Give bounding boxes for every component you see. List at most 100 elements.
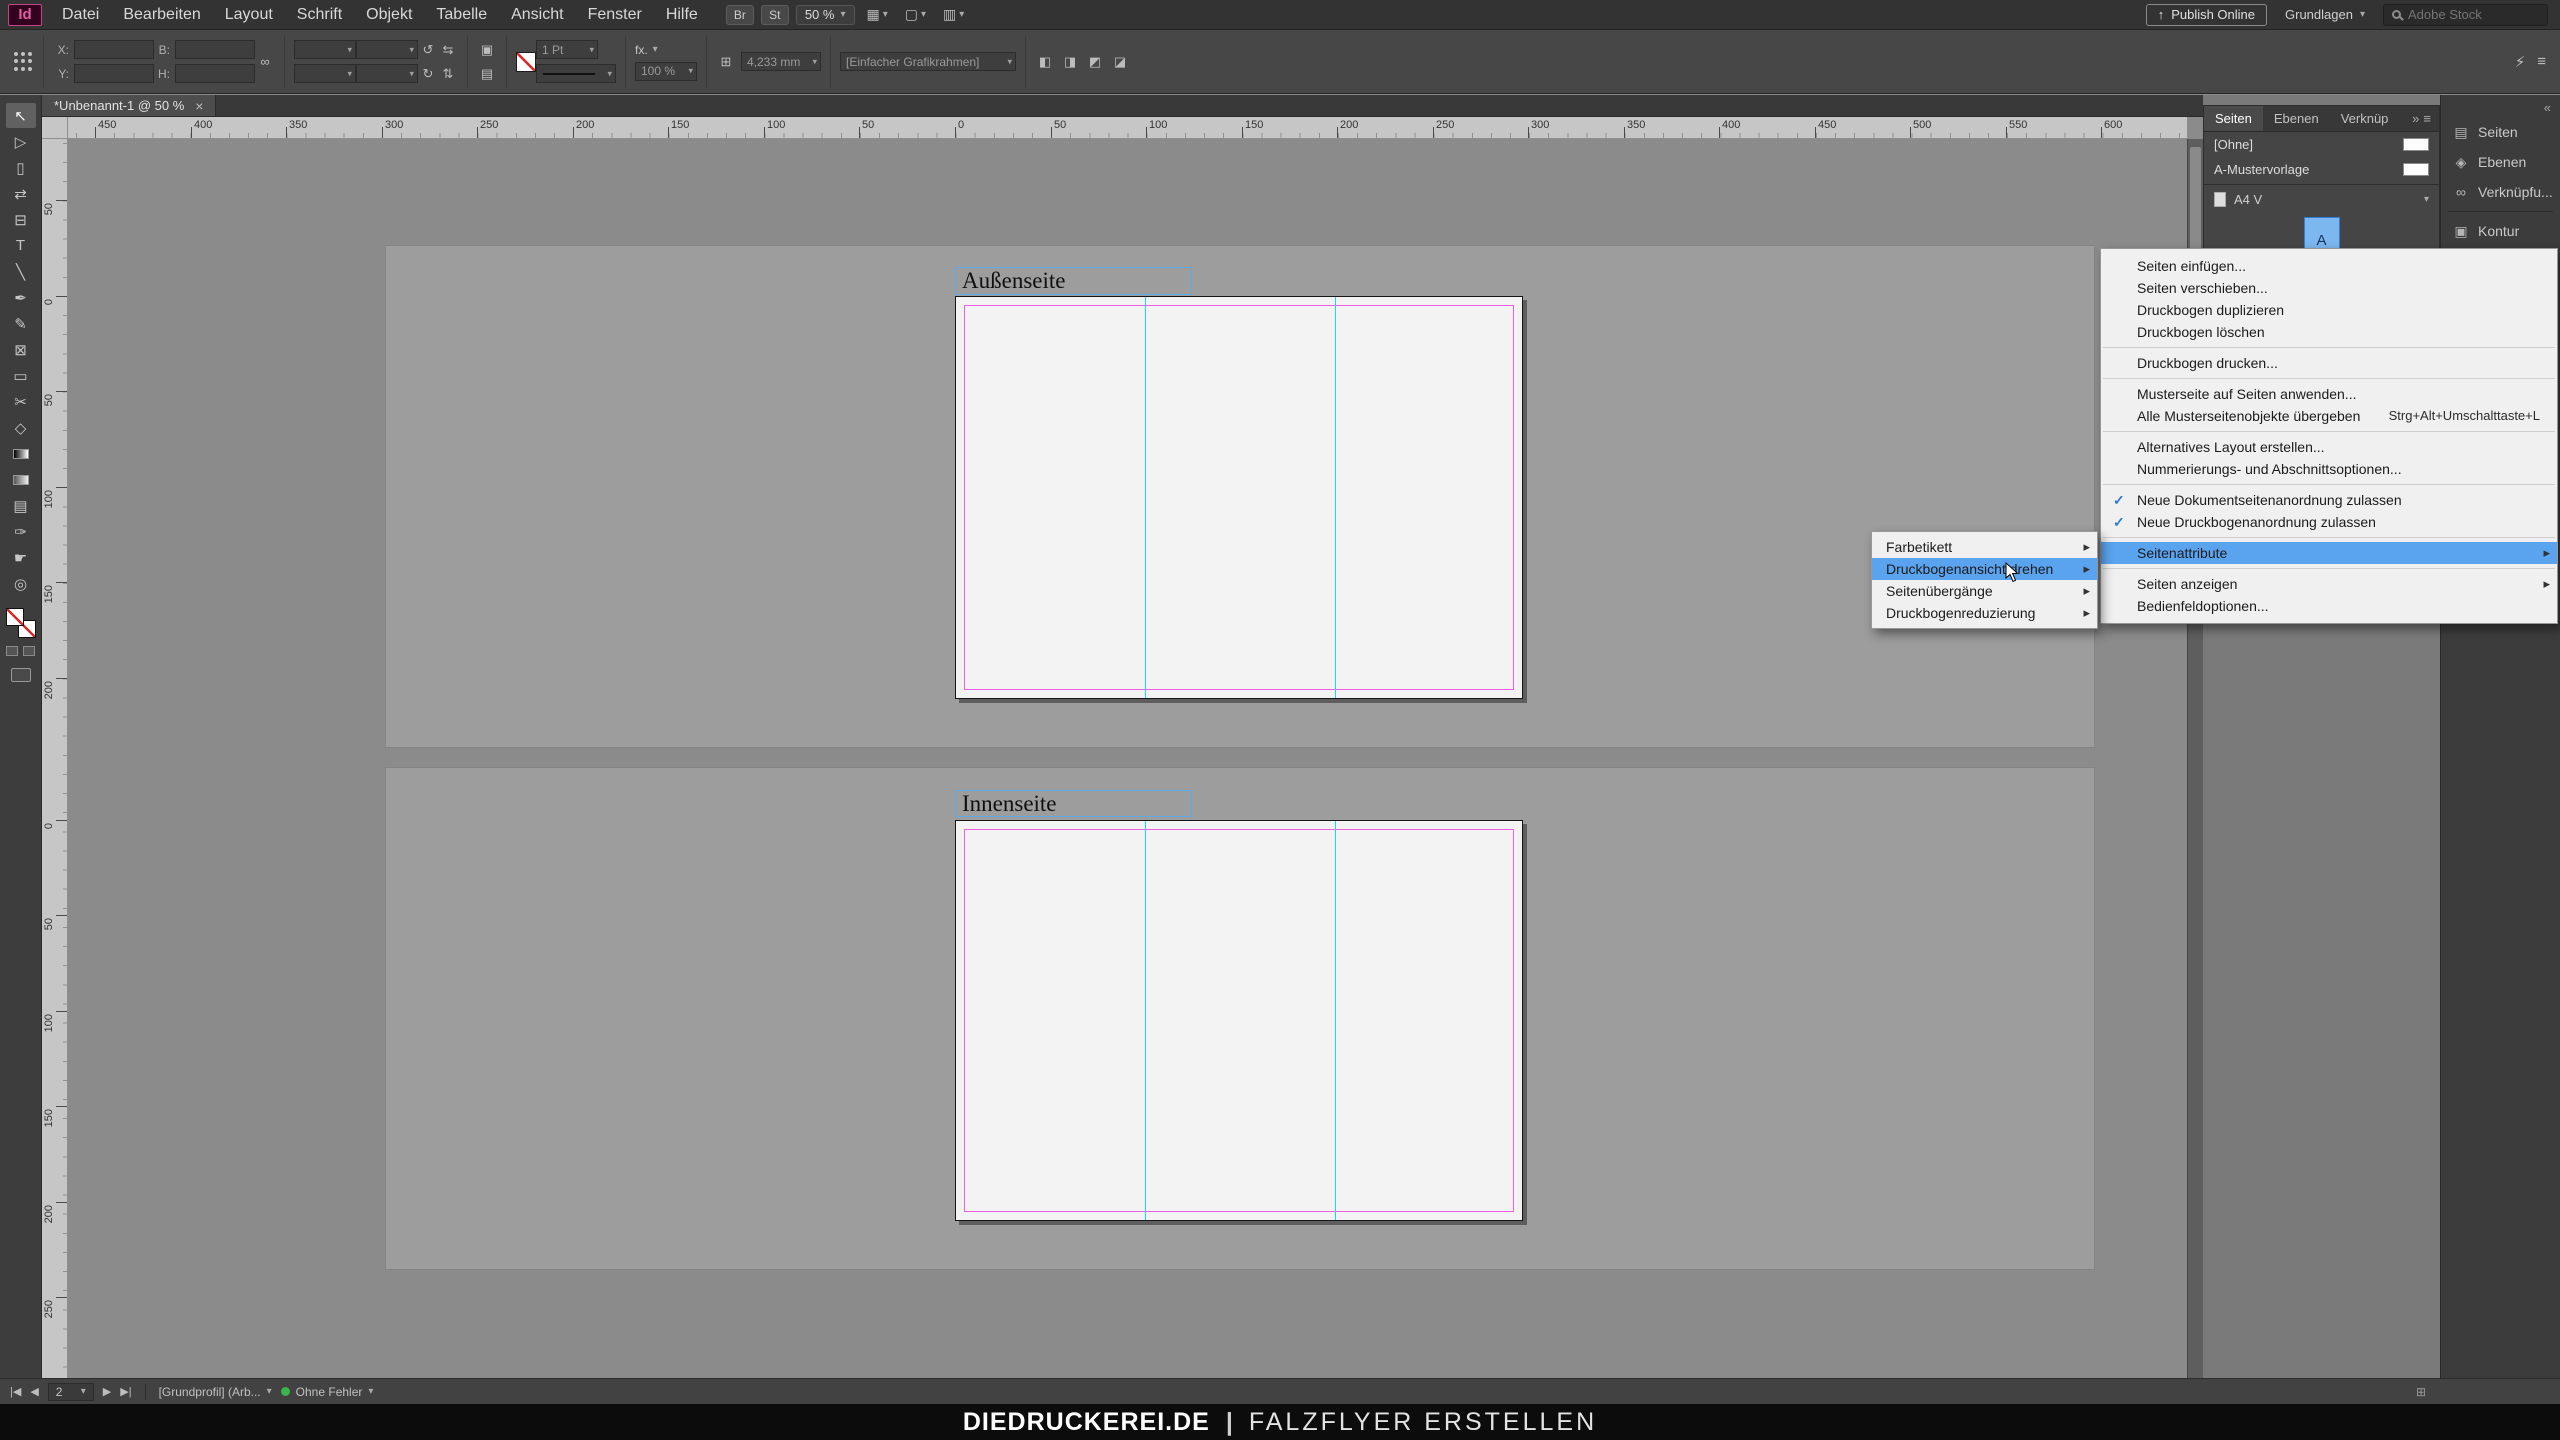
context-menu-item[interactable]: Alle Musterseitenobjekte übergebenStrg+A… — [2101, 405, 2557, 427]
menubar-menu-bearbeiten[interactable]: Bearbeiten — [111, 0, 212, 29]
adobe-stock-search[interactable] — [2383, 4, 2548, 26]
previous-page-button[interactable]: ◀ — [30, 1385, 38, 1398]
panel-tab-verknüp[interactable]: Verknüp — [2330, 106, 2400, 131]
context-menu-item[interactable]: Seiten verschieben... — [2101, 277, 2557, 299]
arrange-documents-icon[interactable]: ▥▾ — [938, 6, 969, 23]
dock-panel-verknpfu[interactable]: ∞Verknüpfu... — [2441, 177, 2560, 207]
gap-tool[interactable]: ⇄ — [6, 181, 36, 206]
document-tab[interactable]: *Unbenannt-1 @ 50 % × — [42, 95, 216, 116]
menubar-menu-schrift[interactable]: Schrift — [285, 0, 354, 29]
master-page-row[interactable]: A-Mustervorlage — [2204, 157, 2439, 182]
submenu-item[interactable]: Druckbogenansicht drehen — [1872, 558, 2097, 580]
scissors-tool[interactable]: ✂ — [6, 389, 36, 414]
menubar-menu-hilfe[interactable]: Hilfe — [654, 0, 710, 29]
flip-horizontal-icon[interactable]: ⇆ — [438, 40, 458, 59]
rotation-angle-field[interactable] — [356, 40, 418, 59]
free-transform-tool[interactable]: ◇ — [6, 415, 36, 440]
scale-y-field[interactable] — [294, 64, 356, 83]
panel-tab-ebenen[interactable]: Ebenen — [2263, 106, 2330, 131]
text-frame-outside[interactable]: Außenseite — [955, 267, 1192, 295]
screen-mode-button[interactable] — [11, 668, 31, 682]
align-left-icon[interactable]: ◩ — [1085, 52, 1105, 71]
submenu-item[interactable]: Seitenübergänge — [1872, 580, 2097, 602]
quick-apply-icon[interactable]: ⚡︎ — [2515, 53, 2526, 71]
corner-options-icon[interactable]: ⊞ — [716, 52, 736, 71]
panel-overflow-icon[interactable]: » — [2412, 111, 2423, 126]
select-content-icon[interactable]: ▤ — [477, 64, 497, 83]
context-menu-item[interactable]: Druckbogen duplizieren — [2101, 299, 2557, 321]
context-menu-item[interactable]: Alternatives Layout erstellen... — [2101, 436, 2557, 458]
context-menu-item[interactable]: Neue Dokumentseitenanordnung zulassen — [2101, 489, 2557, 511]
hand-tool[interactable]: ☛ — [6, 545, 36, 570]
selection-tool[interactable]: ↖ — [6, 103, 36, 128]
opacity-field[interactable]: 100 % — [635, 62, 697, 81]
document-canvas[interactable]: Außenseite Innenseite — [68, 139, 2187, 1378]
type-tool[interactable]: T — [6, 233, 36, 258]
menubar-menu-datei[interactable]: Datei — [50, 0, 111, 29]
y-position-field[interactable] — [74, 64, 154, 83]
stroke-color-none-swatch[interactable] — [516, 52, 536, 72]
first-page-button[interactable]: |◀ — [10, 1385, 21, 1398]
workspace-switcher[interactable]: Grundlagen ▾ — [2285, 7, 2365, 22]
horizontal-ruler[interactable]: 4504003503002502001501005005010015020025… — [68, 117, 2187, 139]
page-inside[interactable] — [955, 820, 1523, 1221]
x-position-field[interactable] — [74, 40, 154, 59]
screen-mode-icon[interactable]: ▢▾ — [900, 6, 931, 23]
context-menu-item[interactable]: Musterseite auf Seiten anwenden... — [2101, 383, 2557, 405]
bridge-button[interactable]: Br — [726, 5, 754, 25]
ruler-origin-corner[interactable] — [42, 117, 68, 139]
fill-swatch[interactable] — [6, 608, 24, 626]
menubar-menu-fenster[interactable]: Fenster — [576, 0, 654, 29]
panel-menu-icon[interactable]: ≡ — [2537, 53, 2546, 71]
next-page-button[interactable]: ▶ — [103, 1385, 111, 1398]
dock-panel-ebenen[interactable]: ◈Ebenen — [2441, 147, 2560, 177]
context-menu-item[interactable]: Druckbogen löschen — [2101, 321, 2557, 343]
zoom-level-dropdown[interactable]: 50 % ▾ — [796, 5, 855, 25]
view-options-icon[interactable]: ▦▾ — [862, 6, 893, 23]
gradient-feather-tool[interactable] — [6, 467, 36, 492]
stroke-type-dropdown[interactable] — [536, 64, 616, 83]
preflight-status[interactable]: Ohne Fehler ▾ — [281, 1385, 374, 1399]
gradient-swatch-tool[interactable] — [6, 441, 36, 466]
fill-stroke-swatches[interactable] — [6, 608, 36, 638]
search-input[interactable] — [2408, 7, 2528, 22]
select-container-icon[interactable]: ▣ — [477, 40, 497, 59]
shear-angle-field[interactable] — [356, 64, 418, 83]
close-icon[interactable]: × — [195, 98, 203, 114]
menubar-menu-tabelle[interactable]: Tabelle — [424, 0, 499, 29]
effects-label[interactable]: fx. — [635, 43, 648, 57]
constrain-proportions-icon[interactable]: ∞ — [255, 52, 275, 71]
page-number-dropdown[interactable]: 2 ▾ — [48, 1383, 94, 1401]
note-tool[interactable]: ▤ — [6, 493, 36, 518]
panel-tab-seiten[interactable]: Seiten — [2204, 106, 2263, 131]
reference-point-proxy[interactable] — [12, 51, 34, 73]
page-tool[interactable]: ▯ — [6, 155, 36, 180]
panel-menu-icon[interactable]: ≡ — [2423, 111, 2439, 126]
corner-radius-field[interactable]: 4,233 mm — [741, 52, 821, 71]
rotate-ccw-icon[interactable]: ↺ — [418, 40, 438, 59]
scale-x-field[interactable] — [294, 40, 356, 59]
resize-grip-icon[interactable]: ⊞ — [2416, 1385, 2426, 1399]
wrap-off-icon[interactable]: ◧ — [1035, 52, 1055, 71]
dock-panel-seiten[interactable]: ▤Seiten — [2441, 117, 2560, 147]
rectangle-tool[interactable]: ▭ — [6, 363, 36, 388]
publish-online-button[interactable]: ↑ Publish Online — [2146, 4, 2267, 26]
wrap-bounding-icon[interactable]: ◨ — [1060, 52, 1080, 71]
align-right-icon[interactable]: ◪ — [1110, 52, 1130, 71]
stroke-weight-dropdown[interactable]: 1 Pt — [536, 40, 598, 59]
menubar-menu-objekt[interactable]: Objekt — [354, 0, 424, 29]
context-menu-item[interactable]: Seitenattribute — [2101, 542, 2557, 564]
content-collector-tool[interactable]: ⊟ — [6, 207, 36, 232]
dock-panel-kontur[interactable]: ▣Kontur — [2441, 216, 2560, 246]
text-frame-inside[interactable]: Innenseite — [955, 790, 1192, 817]
submenu-item[interactable]: Druckbogenreduzierung — [1872, 602, 2097, 624]
preflight-profile-dropdown[interactable]: [Grundprofil] (Arb... ▾ — [159, 1385, 272, 1399]
flip-vertical-icon[interactable]: ⇅ — [438, 64, 458, 83]
context-menu-item[interactable]: Neue Druckbogenanordnung zulassen — [2101, 511, 2557, 533]
direct-selection-tool[interactable]: ▷ — [6, 129, 36, 154]
context-menu-item[interactable]: Bedienfeldoptionen... — [2101, 595, 2557, 617]
pen-tool[interactable]: ✒ — [6, 285, 36, 310]
context-menu-item[interactable]: Druckbogen drucken... — [2101, 352, 2557, 374]
expand-panels-icon[interactable]: « — [2544, 100, 2551, 115]
default-fill-stroke-icon[interactable] — [6, 646, 18, 656]
